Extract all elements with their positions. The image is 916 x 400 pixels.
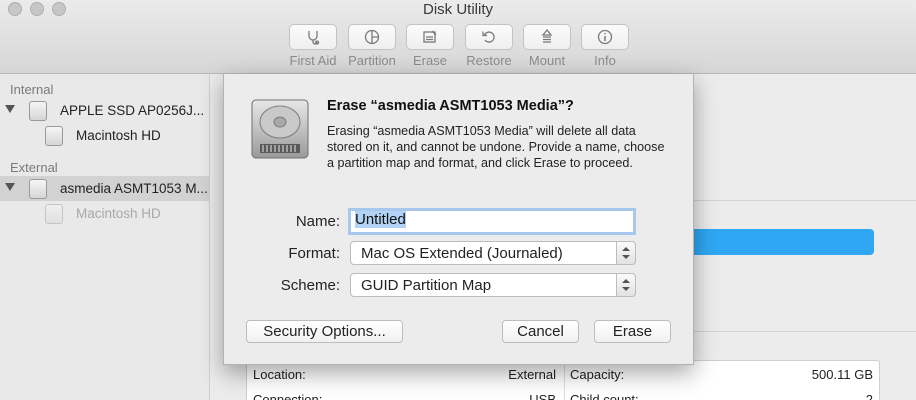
sidebar-item-internal-disk[interactable]: APPLE SSD AP0256J... — [0, 98, 209, 123]
sidebar: Internal APPLE SSD AP0256J... Macintosh … — [0, 74, 210, 400]
sidebar-item-internal-volume[interactable]: Macintosh HD — [0, 123, 209, 148]
info-table: Location: External Capacity: 500.11 GB C… — [246, 360, 880, 400]
partition-pie-icon — [364, 29, 380, 45]
child-count-label: Child count: — [570, 392, 639, 400]
volume-icon — [45, 204, 63, 224]
disclosure-triangle-icon[interactable] — [5, 105, 15, 113]
dialog-title: Erase “asmedia ASMT1053 Media”? — [327, 98, 574, 114]
window-title: Disk Utility — [423, 1, 493, 18]
erase-confirm-button[interactable]: Erase — [594, 320, 671, 343]
divider — [694, 331, 916, 332]
info-icon — [597, 29, 613, 45]
divider — [694, 200, 916, 201]
volume-icon — [45, 126, 63, 146]
internal-disk-label: APPLE SSD AP0256J... — [60, 103, 205, 118]
format-label: Format: — [288, 245, 340, 262]
capacity-usage-bar — [690, 229, 874, 255]
internal-disk-icon — [29, 101, 47, 121]
up-down-arrows-icon — [616, 273, 636, 297]
name-field-value: Untitled — [355, 211, 406, 228]
mount-icon — [541, 28, 553, 43]
internal-volume-label: Macintosh HD — [76, 128, 161, 143]
scheme-label: Scheme: — [280, 277, 340, 294]
internal-heading: Internal — [10, 82, 54, 97]
sidebar-item-external-disk[interactable]: asmedia ASMT1053 M... — [0, 176, 209, 201]
info-label: Info — [594, 53, 616, 68]
disclosure-triangle-icon[interactable] — [5, 183, 15, 191]
name-field[interactable]: Untitled — [348, 208, 636, 235]
scheme-select-value: GUID Partition Map — [361, 277, 492, 294]
stethoscope-icon — [308, 31, 320, 45]
dialog-message: Erasing “asmedia ASMT1053 Media” will de… — [327, 124, 665, 170]
info-column-divider — [564, 361, 565, 400]
external-heading: External — [10, 160, 58, 175]
hard-disk-icon — [251, 99, 309, 159]
erase-icon — [423, 30, 437, 43]
restore-icon — [482, 31, 495, 43]
child-count-value: 2 — [865, 392, 873, 400]
location-value: External — [508, 367, 556, 382]
location-label: Location: — [253, 367, 306, 382]
external-disk-icon — [29, 179, 47, 199]
external-volume-label: Macintosh HD — [76, 206, 161, 221]
name-label: Name: — [295, 213, 340, 230]
sidebar-item-external-volume[interactable]: Macintosh HD — [0, 201, 209, 226]
format-select[interactable]: Mac OS Extended (Journaled) — [350, 241, 636, 265]
format-select-value: Mac OS Extended (Journaled) — [361, 245, 563, 262]
capacity-value: 500.11 GB — [811, 367, 873, 382]
external-disk-label: asmedia ASMT1053 M... — [60, 181, 208, 196]
cancel-button[interactable]: Cancel — [502, 320, 579, 343]
connection-value: USB — [529, 392, 556, 400]
security-options-button[interactable]: Security Options... — [246, 320, 403, 343]
capacity-label: Capacity: — [570, 367, 625, 382]
info-button[interactable]: Info — [581, 24, 629, 68]
scheme-select[interactable]: GUID Partition Map — [350, 273, 636, 297]
up-down-arrows-icon — [616, 241, 636, 265]
title-bar: Disk Utility First Aid Partition Erase R… — [0, 0, 916, 74]
erase-dialog: Erase “asmedia ASMT1053 Media”? Erasing … — [223, 74, 694, 365]
connection-label: Connection: — [253, 392, 323, 400]
